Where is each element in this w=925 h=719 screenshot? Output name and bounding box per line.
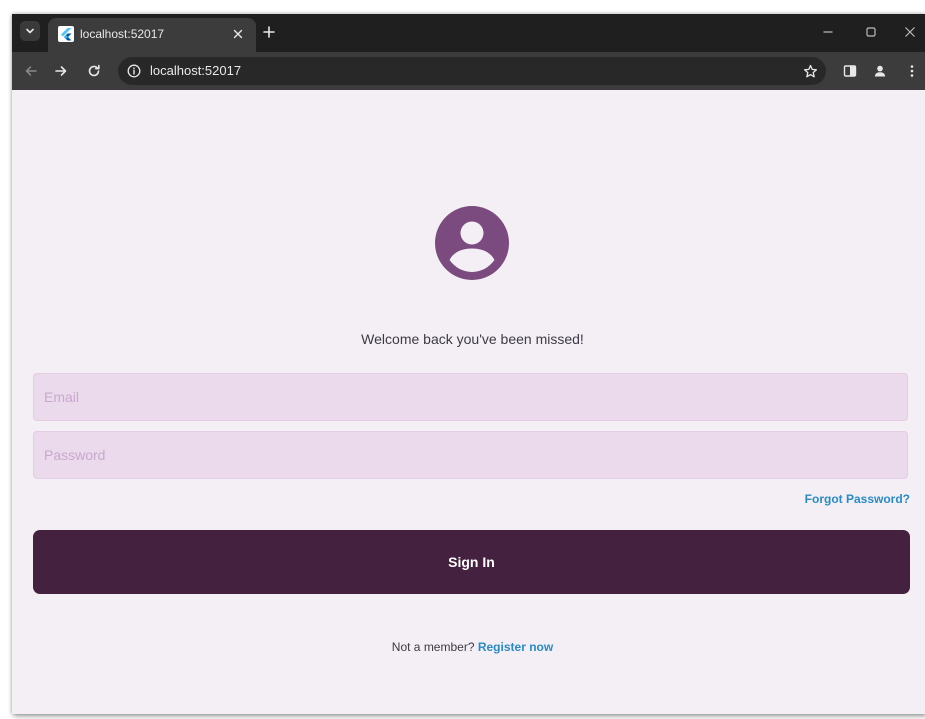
close-window-button[interactable]	[902, 24, 918, 40]
arrow-left-icon	[25, 66, 37, 76]
browser-window: localhost:52017 localhost:52017 Welcome …	[12, 14, 925, 714]
address-url[interactable]: localhost:52017	[150, 63, 241, 78]
plus-icon	[263, 26, 275, 38]
minimize-button[interactable]	[820, 24, 836, 40]
flutter-logo-icon	[58, 26, 74, 42]
tab-strip: localhost:52017	[12, 14, 925, 52]
register-now-link[interactable]: Register now	[478, 640, 553, 654]
site-info-button[interactable]	[126, 63, 142, 79]
arrow-right-icon	[55, 66, 67, 76]
browser-toolbar: localhost:52017	[12, 52, 925, 90]
side-panel-icon	[843, 65, 857, 77]
tab-title: localhost:52017	[80, 27, 165, 41]
login-page: Welcome back you've been missed! Email P…	[12, 90, 925, 714]
forward-button[interactable]	[52, 62, 70, 80]
sign-in-button[interactable]: Sign In	[33, 530, 910, 594]
welcome-message: Welcome back you've been missed!	[361, 331, 584, 347]
close-icon	[905, 27, 915, 37]
maximize-button[interactable]	[863, 24, 879, 40]
email-placeholder: Email	[44, 389, 80, 405]
register-prompt: Not a member? Register now	[12, 640, 925, 654]
person-icon	[874, 65, 886, 77]
sign-in-label: Sign In	[448, 554, 495, 570]
tab-close-button[interactable]	[230, 26, 246, 42]
not-member-text: Not a member?	[391, 640, 478, 654]
account-circle-icon	[434, 205, 510, 281]
password-field[interactable]: Password	[33, 431, 908, 479]
browser-tab[interactable]: localhost:52017	[48, 18, 256, 52]
forgot-password-link[interactable]: Forgot Password?	[805, 492, 910, 506]
chevron-down-icon	[26, 28, 34, 34]
maximize-icon	[866, 27, 876, 37]
info-icon	[127, 64, 141, 78]
star-icon	[803, 64, 817, 77]
bookmark-button[interactable]	[802, 63, 818, 79]
minimize-icon	[823, 31, 833, 33]
address-bar[interactable]: localhost:52017	[118, 57, 826, 85]
tab-search-button[interactable]	[20, 21, 40, 41]
more-vertical-icon	[910, 65, 914, 77]
reload-icon	[88, 64, 100, 77]
close-icon	[233, 29, 243, 39]
new-tab-button[interactable]	[260, 23, 278, 41]
back-button[interactable]	[22, 62, 40, 80]
profile-button[interactable]	[871, 62, 889, 80]
email-field[interactable]: Email	[33, 373, 908, 421]
reload-button[interactable]	[85, 62, 103, 80]
browser-menu-button[interactable]	[903, 62, 921, 80]
password-placeholder: Password	[44, 447, 106, 463]
side-panel-button[interactable]	[841, 62, 859, 80]
